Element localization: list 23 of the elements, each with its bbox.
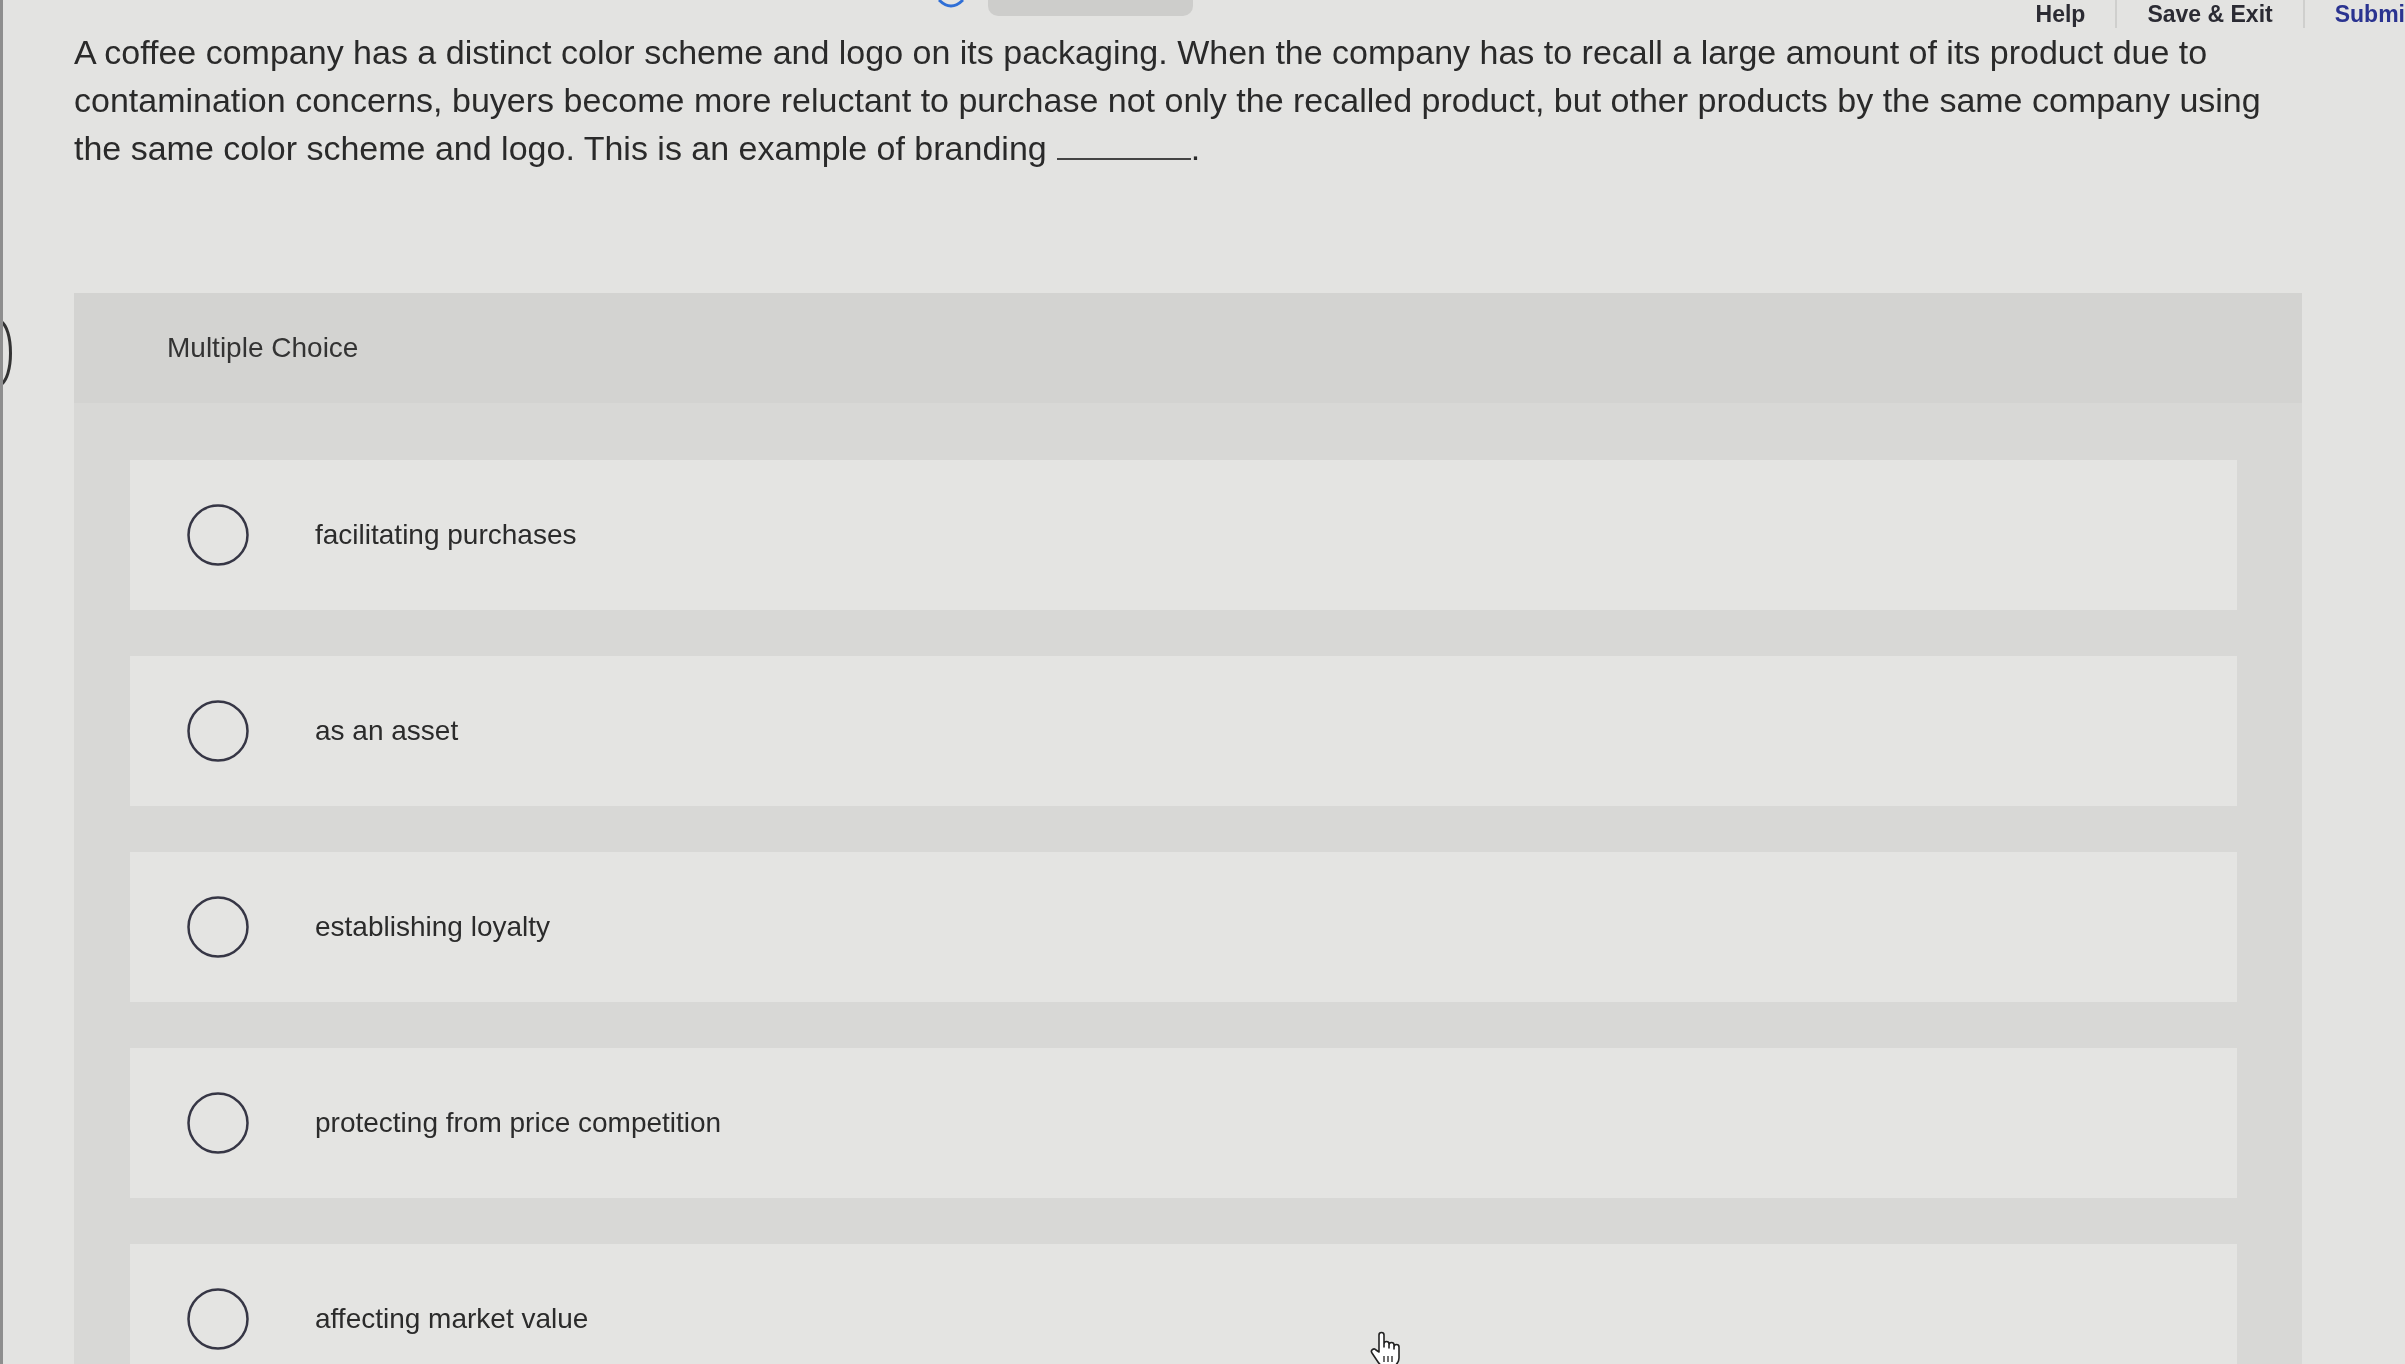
toolbar-link[interactable]: Save & Exit: [2115, 0, 2303, 28]
answer-option[interactable]: establishing loyalty: [130, 852, 2237, 1002]
option-label: affecting market value: [315, 1303, 589, 1335]
circle-edge-icon[interactable]: [3, 319, 14, 387]
option-label: protecting from price competition: [315, 1107, 722, 1139]
option-label: as an asset: [315, 715, 459, 747]
arc-icon: [938, 0, 964, 8]
toolbar-link[interactable]: Help: [2005, 0, 2116, 28]
question-text: A coffee company has a distinct color scheme and logo on its packaging. When the company has to recall a large amount of its product due to contamination concerns, buyers become more reluctant to purchase not only the recalled product, but other products by the same company using the same color scheme and logo. This is an example of branding .: [74, 32, 2262, 169]
radio-button[interactable]: [187, 700, 249, 762]
radio-button[interactable]: [187, 1092, 249, 1154]
radio-button[interactable]: [187, 504, 249, 566]
radio-button[interactable]: [187, 896, 249, 958]
toolbar-link[interactable]: Submi: [2302, 0, 2405, 28]
question-type-label: Multiple Choice: [167, 332, 359, 364]
option-label: facilitating purchases: [315, 519, 577, 551]
option-label: establishing loyalty: [315, 911, 551, 943]
radio-button[interactable]: [187, 1288, 249, 1350]
answer-option[interactable]: protecting from price competition: [130, 1048, 2237, 1198]
answer-option[interactable]: affecting market value: [130, 1244, 2237, 1364]
hand-cursor-icon: [1369, 1330, 1401, 1364]
answer-option[interactable]: as an asset: [130, 656, 2237, 806]
answer-option[interactable]: facilitating purchases: [130, 460, 2237, 610]
